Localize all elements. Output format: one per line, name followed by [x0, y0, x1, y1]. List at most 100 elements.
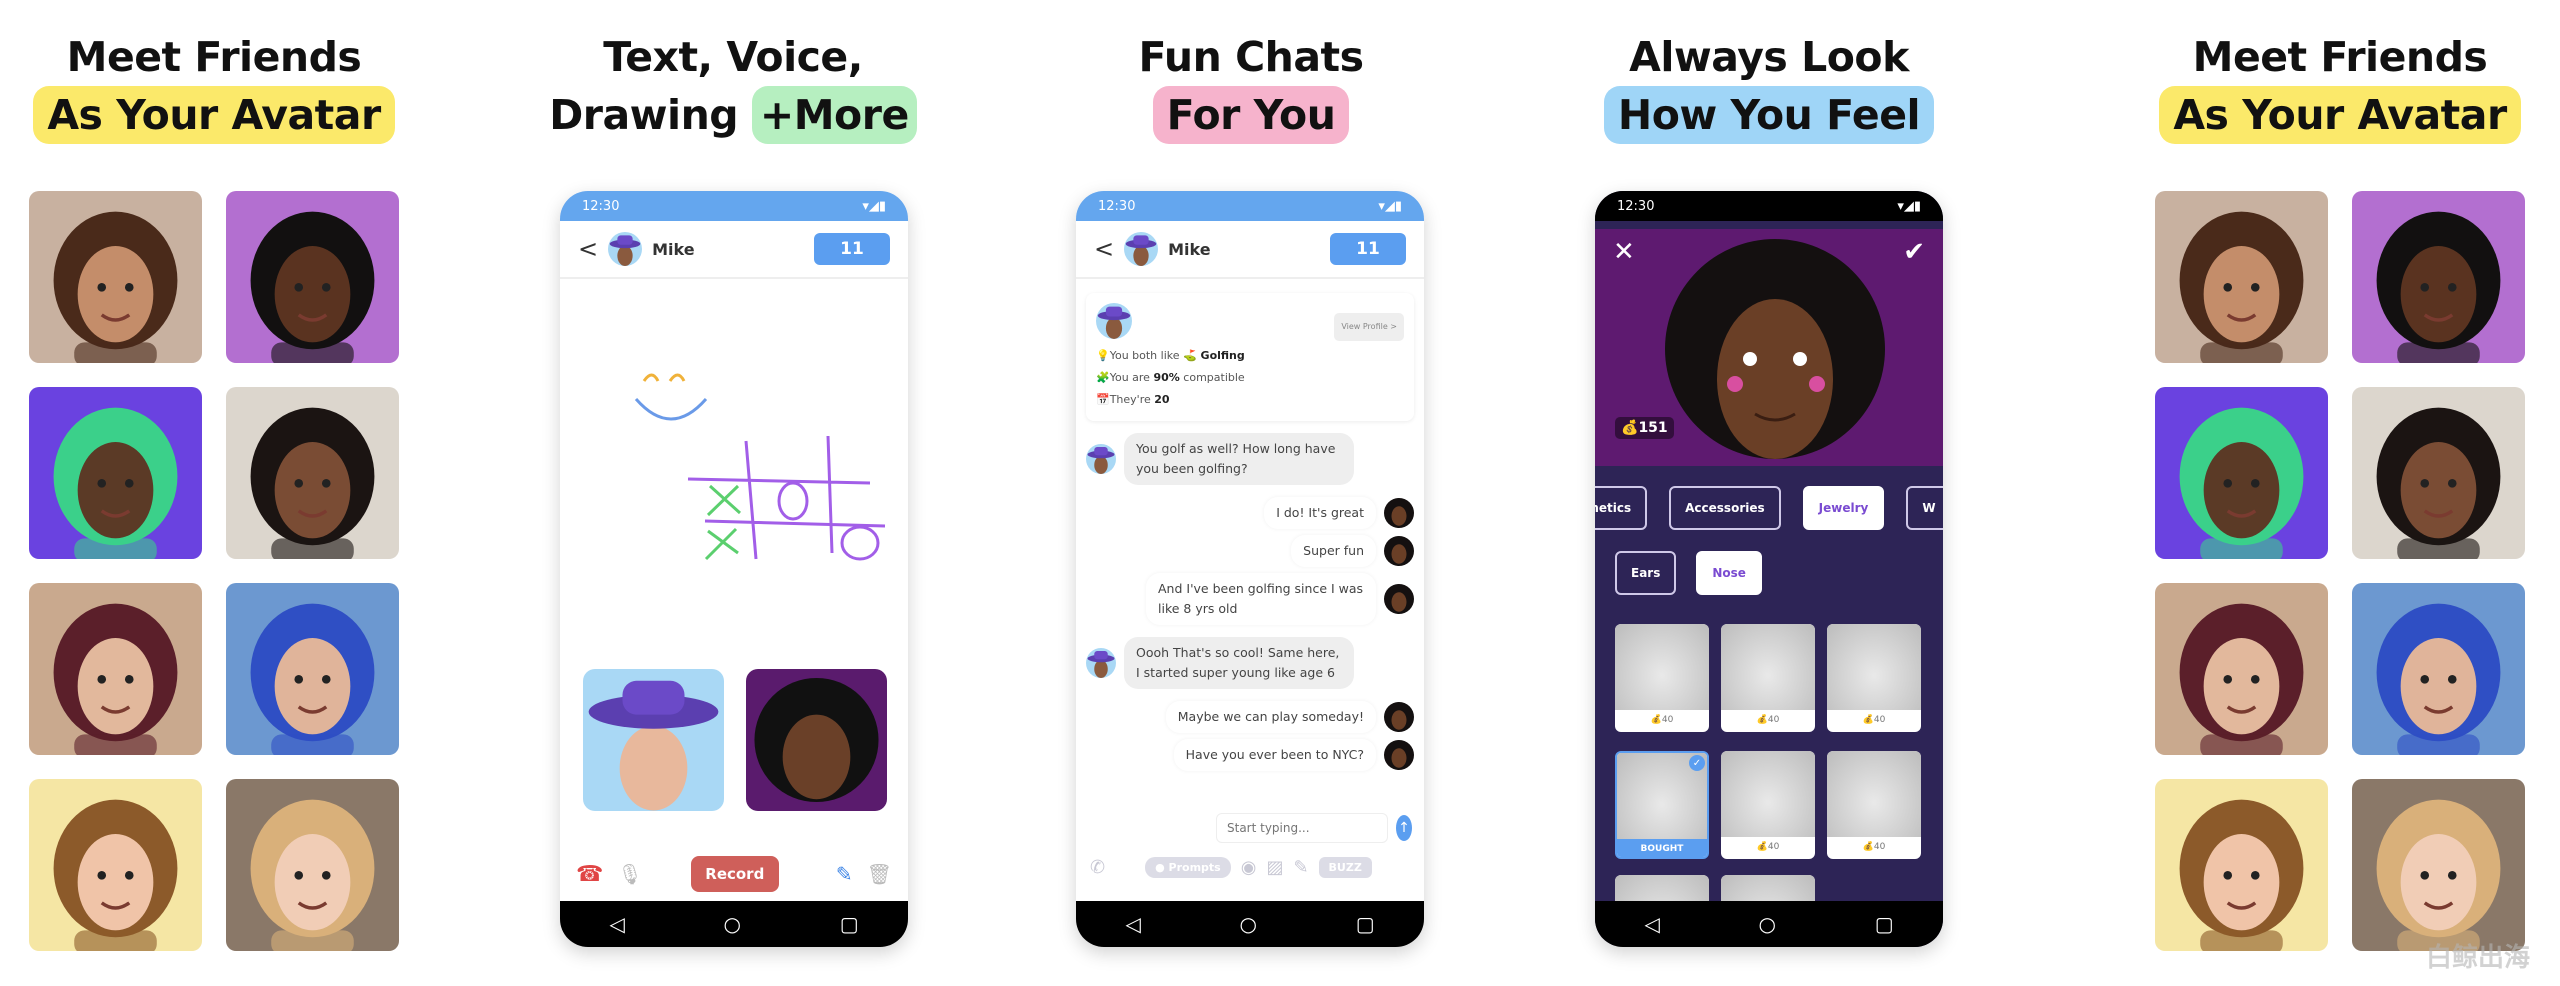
- message-bubble: Have you ever been to NYC?: [1173, 739, 1376, 771]
- profile-fact: 🧩You are 90% compatible: [1096, 367, 1404, 389]
- avatar-photo-tile: [2352, 583, 2525, 755]
- category-tab[interactable]: Jewelry: [1802, 486, 1885, 530]
- view-profile-button[interactable]: View Profile >: [1334, 313, 1404, 341]
- video-tile-self: [746, 669, 887, 811]
- android-nav-bar: ◁ ○ ▢: [560, 901, 908, 947]
- nav-home-icon[interactable]: ○: [1240, 912, 1257, 936]
- message-bubble: I do! It's great: [1264, 497, 1376, 529]
- jewelry-item[interactable]: 💰40: [1827, 751, 1921, 859]
- fact-text: You both like: [1109, 349, 1184, 362]
- avatar-face: [2376, 799, 2501, 951]
- fact-text: They're: [1109, 393, 1155, 406]
- phone-avatar-editor: 12:30 ▾◢▮ ✕ ✔ 💰151 osmetics Accessories Jew…: [1595, 191, 1943, 947]
- prompts-button[interactable]: ● Prompts: [1145, 857, 1231, 878]
- avatar[interactable]: [608, 232, 643, 266]
- avatar-face: [250, 407, 375, 559]
- subcategory-tab[interactable]: Ears: [1615, 551, 1677, 595]
- message-input[interactable]: [1216, 813, 1388, 843]
- message-bubble: You golf as well? How long have you been…: [1124, 433, 1354, 485]
- avatar[interactable]: [1384, 536, 1414, 566]
- send-icon[interactable]: ↑: [1396, 815, 1412, 841]
- message-list: You golf as well? How long have you been…: [1076, 433, 1424, 771]
- avatar-photo-tile: [2155, 583, 2328, 755]
- jewelry-item[interactable]: 💰40: [1615, 624, 1709, 732]
- message-row: Super fun: [1086, 535, 1414, 567]
- jewelry-item[interactable]: 💰40: [1721, 624, 1815, 732]
- hang-up-icon[interactable]: ☎: [576, 862, 603, 887]
- avatar-photo-tile: [2352, 779, 2525, 951]
- avatar[interactable]: [1384, 498, 1414, 528]
- status-icons: ▾◢▮: [1897, 198, 1921, 214]
- fact-icon: 💡: [1096, 349, 1110, 362]
- chat-toolbar: ✆ ● Prompts ◉ ▨ ✎ BUZZ: [1076, 857, 1424, 878]
- pencil-icon[interactable]: ✎: [836, 862, 853, 886]
- phone-chat: 12:30 ▾◢▮ < Mike 11 View Profile > 💡You b…: [1076, 191, 1424, 947]
- headline-line1: Always Look: [1629, 33, 1909, 81]
- fact-icon: 📅: [1096, 393, 1110, 406]
- message-row: Oooh That's so cool! Same here, I starte…: [1086, 637, 1414, 689]
- close-icon[interactable]: ✕: [1613, 237, 1635, 267]
- android-nav-bar: ◁ ○ ▢: [1076, 901, 1424, 947]
- jewelry-item[interactable]: 💰40: [1827, 624, 1921, 732]
- avatar-photo-tile: [2352, 191, 2525, 363]
- headline-highlight: How You Feel: [1603, 86, 1935, 144]
- confirm-check-icon[interactable]: ✔: [1903, 237, 1925, 267]
- avatar-face: [53, 407, 178, 559]
- subcategory-tab[interactable]: Nose: [1696, 551, 1762, 595]
- back-icon[interactable]: <: [578, 235, 598, 263]
- counter-badge[interactable]: 11: [1330, 233, 1406, 265]
- avatar[interactable]: [1086, 648, 1116, 678]
- headline-highlight: For You: [1152, 86, 1350, 144]
- microphone-icon[interactable]: 🎙: [617, 862, 642, 886]
- drawing-canvas[interactable]: [560, 281, 908, 661]
- category-tabs: osmetics Accessories Jewelry W: [1595, 486, 1943, 530]
- avatar[interactable]: [1384, 740, 1414, 770]
- record-button[interactable]: Record: [690, 856, 779, 892]
- back-icon[interactable]: <: [1094, 235, 1114, 263]
- camera-icon[interactable]: ◉: [1241, 857, 1257, 878]
- nav-recents-icon[interactable]: ▢: [1356, 912, 1375, 936]
- image-icon[interactable]: ▨: [1266, 857, 1283, 878]
- nav-back-icon[interactable]: ◁: [609, 912, 624, 936]
- nav-recents-icon[interactable]: ▢: [840, 912, 859, 936]
- avatar[interactable]: [1124, 232, 1159, 266]
- message-row: You golf as well? How long have you been…: [1086, 433, 1414, 485]
- headline-line1: Text, Voice,: [603, 33, 863, 81]
- buzz-button[interactable]: BUZZ: [1318, 857, 1372, 878]
- avatar[interactable]: [1384, 584, 1414, 614]
- phone-icon[interactable]: ✆: [1090, 857, 1105, 878]
- coin-balance: 💰151: [1615, 417, 1674, 439]
- counter-badge[interactable]: 11: [814, 233, 890, 265]
- jewelry-item[interactable]: BOUGHT ✓: [1615, 751, 1709, 859]
- nav-back-icon[interactable]: ◁: [1125, 912, 1140, 936]
- profile-fact: 💡You both like ⛳ Golfing: [1096, 345, 1404, 367]
- nav-back-icon[interactable]: ◁: [1644, 912, 1659, 936]
- avatar-face: [53, 211, 178, 363]
- message-bubble: Oooh That's so cool! Same here, I starte…: [1124, 637, 1354, 689]
- call-toolbar: ☎ 🎙 Record ✎ 🗑: [560, 851, 908, 897]
- jewelry-item[interactable]: 💰40: [1721, 751, 1815, 859]
- avatar-face: [2376, 603, 2501, 755]
- avatar-photo-tile: [226, 583, 399, 755]
- category-tab[interactable]: W: [1906, 486, 1943, 530]
- category-tab[interactable]: Accessories: [1669, 486, 1781, 530]
- contact-name: Mike: [652, 239, 695, 259]
- nav-recents-icon[interactable]: ▢: [1875, 912, 1894, 936]
- pencil-icon[interactable]: ✎: [1293, 857, 1308, 878]
- avatar[interactable]: [1384, 702, 1414, 732]
- headline-line1: Meet Friends: [2192, 33, 2488, 81]
- avatar[interactable]: [1086, 444, 1116, 474]
- trash-icon[interactable]: 🗑: [867, 862, 892, 886]
- avatar-preview: ✕ ✔ 💰151: [1595, 229, 1943, 466]
- avatar-face: [2179, 799, 2304, 951]
- nav-home-icon[interactable]: ○: [1759, 912, 1776, 936]
- video-tile-mike: [583, 669, 724, 811]
- nav-home-icon[interactable]: ○: [724, 912, 741, 936]
- avatar-face: [2179, 603, 2304, 755]
- avatar-grid-right: [2155, 191, 2527, 951]
- fact-highlight: ⛳ Golfing: [1183, 349, 1245, 362]
- message-row: Maybe we can play someday!: [1086, 701, 1414, 733]
- category-tab[interactable]: osmetics: [1595, 486, 1648, 530]
- message-row: And I've been golfing since I was like 8…: [1086, 573, 1414, 625]
- item-price: 💰40: [1862, 842, 1886, 852]
